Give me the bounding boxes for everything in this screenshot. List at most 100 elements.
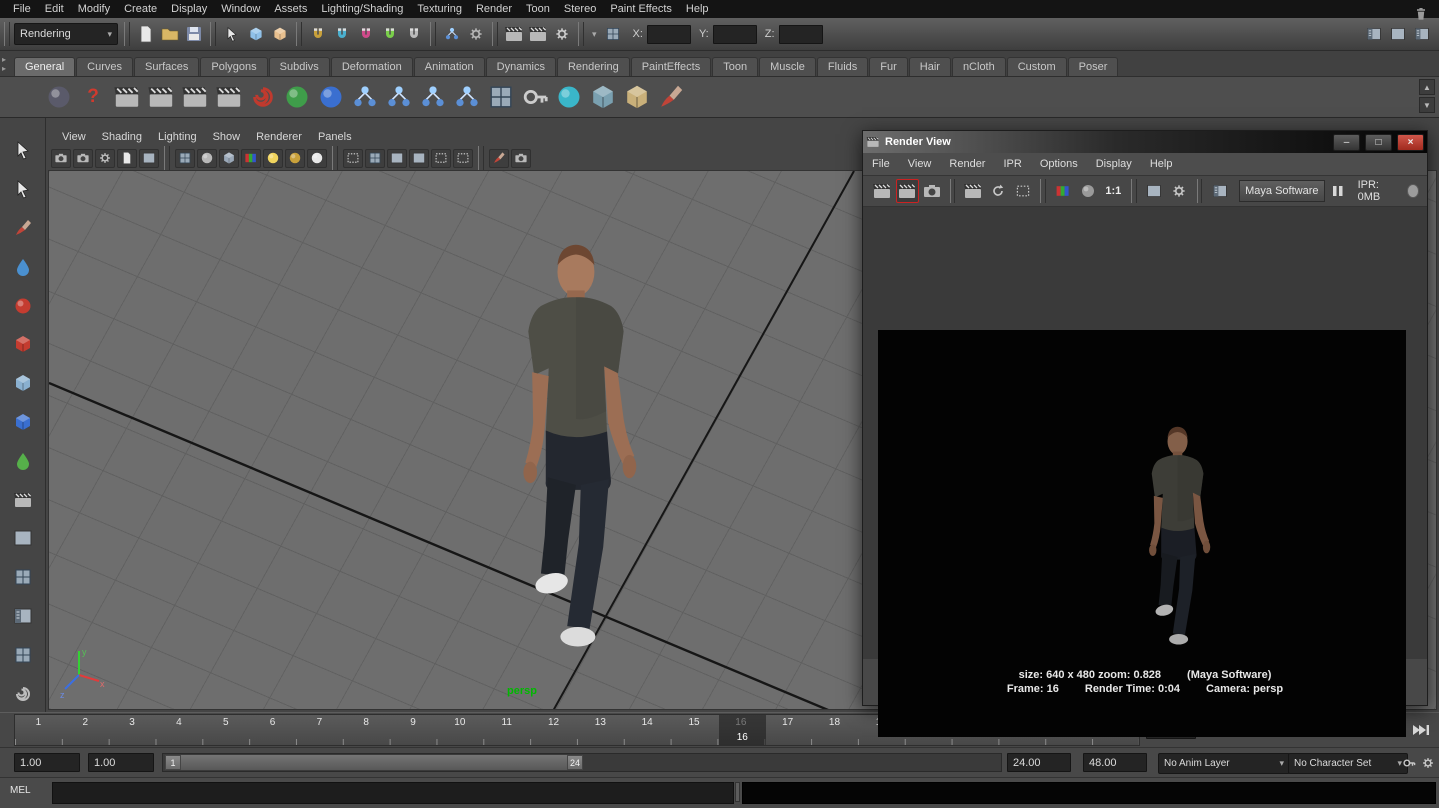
renderer-dropdown[interactable]: Maya Software — [1239, 180, 1325, 202]
shelf-tab[interactable]: Curves — [76, 57, 133, 76]
playback-range-bar[interactable]: 1 24 — [165, 755, 583, 770]
animation-preferences-icon[interactable] — [1419, 754, 1437, 772]
minimize-button[interactable]: – — [1333, 134, 1360, 151]
sphere-icon[interactable] — [42, 80, 76, 114]
frame-tick[interactable]: 11 — [483, 717, 530, 732]
shelf-tab[interactable]: Custom — [1007, 57, 1067, 76]
frame-tick[interactable]: 18 — [811, 717, 858, 732]
viewport-menu-item[interactable]: Renderer — [248, 131, 310, 143]
shelf-collapse-arrows-icon[interactable]: ▸▸ — [2, 55, 6, 73]
gate-mask-icon[interactable] — [409, 149, 429, 168]
shelf-tab[interactable]: General — [14, 57, 75, 76]
lock-camera-icon[interactable] — [73, 149, 93, 168]
render-view-menu-item[interactable]: Options — [1031, 158, 1087, 170]
hypergraph-icon[interactable] — [348, 80, 382, 114]
image-plane-icon[interactable] — [139, 149, 159, 168]
current-frame-indicator[interactable]: 16 — [719, 715, 766, 745]
stereo-camera-icon[interactable] — [212, 80, 246, 114]
bounding-box-mode-icon[interactable] — [219, 149, 239, 168]
attribute-editor-toggle-icon[interactable] — [1363, 23, 1385, 45]
camera-aim-up-icon[interactable] — [178, 80, 212, 114]
refresh-ipr-icon[interactable] — [986, 179, 1009, 203]
shelf-scroll-down-icon[interactable]: ▼ — [1419, 97, 1435, 113]
lasso-select-tool-icon[interactable] — [3, 171, 43, 208]
render-view-menu-item[interactable]: File — [863, 158, 899, 170]
statusline-grip[interactable] — [578, 22, 584, 46]
range-start-handle[interactable]: 1 — [165, 755, 181, 770]
menu-item[interactable]: Create — [117, 0, 164, 18]
menu-item[interactable]: Window — [214, 0, 267, 18]
menu-item[interactable]: Render — [469, 0, 519, 18]
rotate-tool-icon[interactable] — [3, 287, 43, 324]
menu-item[interactable]: Edit — [38, 0, 71, 18]
menu-item[interactable]: Lighting/Shading — [314, 0, 410, 18]
persp-graph-layout-button[interactable] — [3, 636, 43, 673]
render-view-menu-item[interactable]: Render — [940, 158, 994, 170]
persp-outliner-layout-button[interactable] — [3, 598, 43, 635]
render-canvas-area[interactable] — [863, 207, 1427, 659]
shelf-tab[interactable]: nCloth — [952, 57, 1006, 76]
snap-to-point-icon[interactable] — [355, 23, 377, 45]
smooth-shade-mode-icon[interactable] — [197, 149, 217, 168]
render-current-frame-icon[interactable] — [503, 23, 525, 45]
paint-effects-icon[interactable] — [246, 80, 280, 114]
menu-item[interactable]: Assets — [267, 0, 314, 18]
playback-start-input[interactable]: 1.00 — [14, 753, 80, 772]
viewport-menu-item[interactable]: View — [54, 131, 94, 143]
frame-tick[interactable]: 14 — [624, 717, 671, 732]
move-tool-icon[interactable] — [3, 404, 43, 441]
frame-tick[interactable]: 17 — [764, 717, 811, 732]
frame-tick[interactable]: 5 — [202, 717, 249, 732]
statusline-grip[interactable] — [430, 22, 436, 46]
open-render-settings-icon[interactable] — [1143, 179, 1166, 203]
animation-end-input[interactable]: 48.00 — [1083, 753, 1147, 772]
textured-mode-icon[interactable] — [241, 149, 261, 168]
select-camera-icon[interactable] — [51, 149, 71, 168]
keep-image-icon[interactable] — [1208, 179, 1231, 203]
use-all-lights-icon[interactable] — [263, 149, 283, 168]
quick-select-icon[interactable] — [602, 23, 624, 45]
shelf-tab[interactable]: Dynamics — [486, 57, 556, 76]
trash-icon[interactable] — [1410, 3, 1432, 25]
viewport-menu-item[interactable]: Shading — [94, 131, 150, 143]
menu-item[interactable]: Help — [679, 0, 716, 18]
selection-mask-chevron-icon[interactable]: ▾ — [592, 29, 597, 40]
statusline-grip[interactable] — [492, 22, 498, 46]
safe-action-icon[interactable] — [431, 149, 451, 168]
wireframe-mode-icon[interactable] — [175, 149, 195, 168]
camera-attributes-icon[interactable] — [95, 149, 115, 168]
shelf-tab[interactable]: Deformation — [331, 57, 413, 76]
render-settings-icon[interactable] — [551, 23, 573, 45]
occlusion-icon[interactable] — [307, 149, 327, 168]
safe-title-icon[interactable] — [453, 149, 473, 168]
menu-item[interactable]: Modify — [71, 0, 117, 18]
go-to-end-button[interactable] — [1408, 720, 1434, 740]
frame-tick[interactable]: 10 — [436, 717, 483, 732]
z-input[interactable] — [779, 25, 823, 44]
animation-start-input[interactable]: 1.00 — [88, 753, 154, 772]
snap-to-grid-icon[interactable] — [307, 23, 329, 45]
range-end-handle[interactable]: 24 — [567, 755, 583, 770]
character-model[interactable] — [485, 236, 663, 664]
node-editor-icon[interactable] — [450, 80, 484, 114]
rgb-channels-icon[interactable] — [1052, 179, 1075, 203]
help-question-icon[interactable]: ? — [76, 80, 110, 114]
construction-history-icon[interactable] — [465, 23, 487, 45]
render-current-frame-icon[interactable] — [871, 179, 894, 203]
tool-settings-toggle-icon[interactable] — [1387, 23, 1409, 45]
universal-manipulator-icon[interactable] — [3, 365, 43, 402]
render-view-menu-item[interactable]: IPR — [994, 158, 1030, 170]
frame-tick[interactable]: 12 — [530, 717, 577, 732]
save-scene-icon[interactable] — [183, 23, 205, 45]
ipr-render-icon[interactable] — [527, 23, 549, 45]
render-view-titlebar[interactable]: Render View – □ × — [863, 131, 1427, 153]
shelf-tab[interactable]: PaintEffects — [631, 57, 712, 76]
render-view-menu-item[interactable]: Help — [1141, 158, 1182, 170]
character-set-dropdown[interactable]: No Character Set ▾ — [1288, 753, 1408, 774]
scale-tool-icon[interactable] — [3, 326, 43, 363]
single-pane-layout-button[interactable] — [3, 520, 43, 557]
close-button[interactable]: × — [1397, 134, 1424, 151]
hypershade-icon[interactable] — [382, 80, 416, 114]
statusline-grip[interactable] — [4, 22, 10, 46]
shelf-tab[interactable]: Subdivs — [269, 57, 330, 76]
